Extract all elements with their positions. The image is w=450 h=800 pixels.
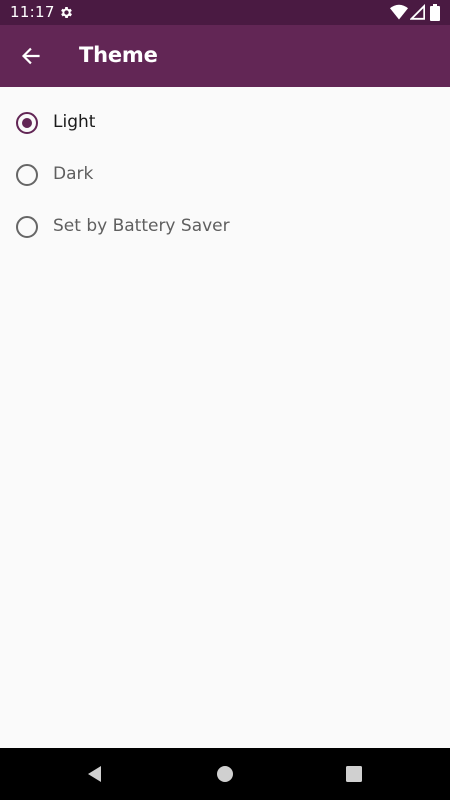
status-time: 11:17 <box>10 3 55 21</box>
radio-button-checked[interactable] <box>16 112 38 134</box>
square-recents-icon[interactable] <box>344 764 364 784</box>
status-bar: 11:17 <box>0 0 450 25</box>
theme-option-dark[interactable]: Dark <box>0 149 450 201</box>
theme-option-label: Set by Battery Saver <box>53 216 230 236</box>
wifi-icon <box>390 4 408 20</box>
signal-icon <box>410 4 425 20</box>
radio-button-unchecked[interactable] <box>16 164 38 186</box>
theme-option-label: Dark <box>53 164 94 184</box>
circle-home-icon[interactable] <box>215 764 235 784</box>
theme-options-list: Light Dark Set by Battery Saver <box>0 97 450 253</box>
radio-button-unchecked[interactable] <box>16 216 38 238</box>
app-bar: Theme <box>0 25 450 87</box>
triangle-back-icon[interactable] <box>85 764 105 784</box>
theme-option-label: Light <box>53 112 96 132</box>
battery-icon <box>430 4 440 21</box>
page-title: Theme <box>79 43 158 67</box>
radio-dot <box>22 118 32 128</box>
theme-option-light[interactable]: Light <box>0 97 450 149</box>
back-button[interactable] <box>8 33 54 79</box>
navigation-bar <box>0 748 450 800</box>
theme-option-battery-saver[interactable]: Set by Battery Saver <box>0 201 450 253</box>
arrow-back-icon <box>21 47 40 65</box>
gear-icon <box>61 7 72 18</box>
